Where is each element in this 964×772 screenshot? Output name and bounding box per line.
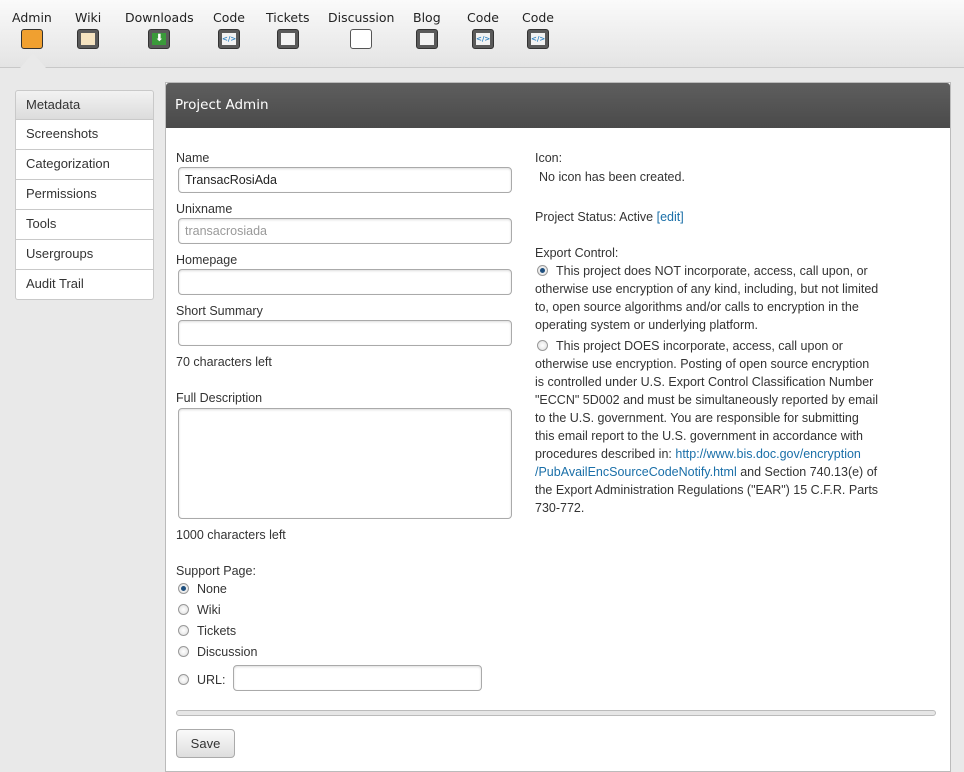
tool-label: Discussion <box>328 10 395 25</box>
option-text: This project DOES incorporate, access, c… <box>535 339 879 461</box>
admin-icon <box>20 29 43 49</box>
name-input[interactable] <box>178 167 512 193</box>
sidebar-item-screenshots[interactable]: Screenshots <box>15 120 154 150</box>
support-option-url[interactable]: URL: <box>178 673 225 687</box>
sidebar-item-tools[interactable]: Tools <box>15 210 154 240</box>
save-button[interactable]: Save <box>176 729 235 758</box>
blog-icon <box>415 29 438 49</box>
tool-admin[interactable]: Admin <box>12 10 52 49</box>
tool-label: Admin <box>12 10 52 25</box>
tickets-icon <box>276 29 299 49</box>
summary-chars-left: 70 characters left <box>176 355 272 369</box>
export-option-uses-encryption[interactable]: This project DOES incorporate, access, c… <box>535 337 880 517</box>
project-admin-panel: Project Admin Name Unixname Homepage Sho… <box>165 82 951 772</box>
wiki-icon <box>77 29 100 49</box>
name-label: Name <box>176 151 210 165</box>
tool-nav: Admin Wiki Downloads ⬇ Code </> Tickets Di… <box>0 0 964 68</box>
divider <box>176 710 936 716</box>
code-icon: </> <box>218 29 240 49</box>
code-icon: </> <box>527 29 549 49</box>
tool-label: Code <box>467 10 500 25</box>
tool-code-3[interactable]: Code </> <box>522 10 554 49</box>
tool-downloads[interactable]: Downloads ⬇ <box>125 10 194 49</box>
download-icon: ⬇ <box>148 29 171 49</box>
option-label: Discussion <box>197 645 258 659</box>
radio-button[interactable] <box>178 604 189 615</box>
short-summary-label: Short Summary <box>176 304 263 318</box>
full-description-label: Full Description <box>176 391 263 405</box>
sidebar-item-usergroups[interactable]: Usergroups <box>15 240 154 270</box>
option-label: URL: <box>197 673 226 687</box>
tool-wiki[interactable]: Wiki <box>75 10 101 49</box>
tool-label: Wiki <box>75 10 102 25</box>
option-label: Tickets <box>197 624 237 638</box>
support-option-discussion[interactable]: Discussion <box>178 645 257 659</box>
option-label: None <box>197 582 227 596</box>
support-url-input[interactable] <box>233 665 482 691</box>
homepage-input[interactable] <box>178 269 512 295</box>
tool-blog[interactable]: Blog <box>413 10 441 49</box>
tool-tickets[interactable]: Tickets <box>266 10 310 49</box>
project-status: Project Status: Active [edit] <box>535 208 875 226</box>
status-text: Project Status: Active <box>535 210 654 224</box>
radio-button[interactable] <box>178 646 189 657</box>
option-text: This project does NOT incorporate, acces… <box>535 264 879 332</box>
radio-button[interactable] <box>178 674 189 685</box>
active-tool-pointer <box>20 53 46 68</box>
radio-button[interactable] <box>537 265 548 276</box>
homepage-label: Homepage <box>176 253 238 267</box>
sidebar-item-permissions[interactable]: Permissions <box>15 180 154 210</box>
full-description-textarea[interactable] <box>178 408 512 519</box>
unixname-input[interactable] <box>178 218 512 244</box>
radio-button[interactable] <box>178 583 189 594</box>
short-summary-input[interactable] <box>178 320 512 346</box>
panel-title: Project Admin <box>166 83 950 128</box>
tool-label: Code <box>522 10 555 25</box>
support-page-label: Support Page: <box>176 564 256 578</box>
tool-label: Downloads <box>125 10 194 25</box>
icon-status: No icon has been created. <box>539 170 685 184</box>
code-icon: </> <box>472 29 494 49</box>
admin-sidebar: Metadata Screenshots Categorization Perm… <box>15 90 154 300</box>
discussion-icon <box>350 29 373 49</box>
option-label: Wiki <box>197 603 221 617</box>
edit-status-link[interactable]: [edit] <box>657 210 684 224</box>
support-option-wiki[interactable]: Wiki <box>178 603 221 617</box>
tool-label: Tickets <box>266 10 310 25</box>
sidebar-item-categorization[interactable]: Categorization <box>15 150 154 180</box>
icon-label: Icon: <box>535 151 563 165</box>
tool-label: Code <box>213 10 246 25</box>
tool-discussion[interactable]: Discussion <box>328 10 394 49</box>
tool-code[interactable]: Code </> <box>213 10 245 49</box>
radio-button[interactable] <box>178 625 189 636</box>
sidebar-item-audit-trail[interactable]: Audit Trail <box>15 270 154 300</box>
unixname-label: Unixname <box>176 202 233 216</box>
radio-button[interactable] <box>537 340 548 351</box>
description-chars-left: 1000 characters left <box>176 528 286 542</box>
sidebar-item-metadata[interactable]: Metadata <box>15 90 154 120</box>
export-option-no-encryption[interactable]: This project does NOT incorporate, acces… <box>535 262 880 334</box>
support-option-tickets[interactable]: Tickets <box>178 624 236 638</box>
support-option-none[interactable]: None <box>178 582 227 596</box>
tool-code-2[interactable]: Code </> <box>467 10 499 49</box>
export-control-label: Export Control: <box>535 246 619 260</box>
tool-label: Blog <box>413 10 441 25</box>
